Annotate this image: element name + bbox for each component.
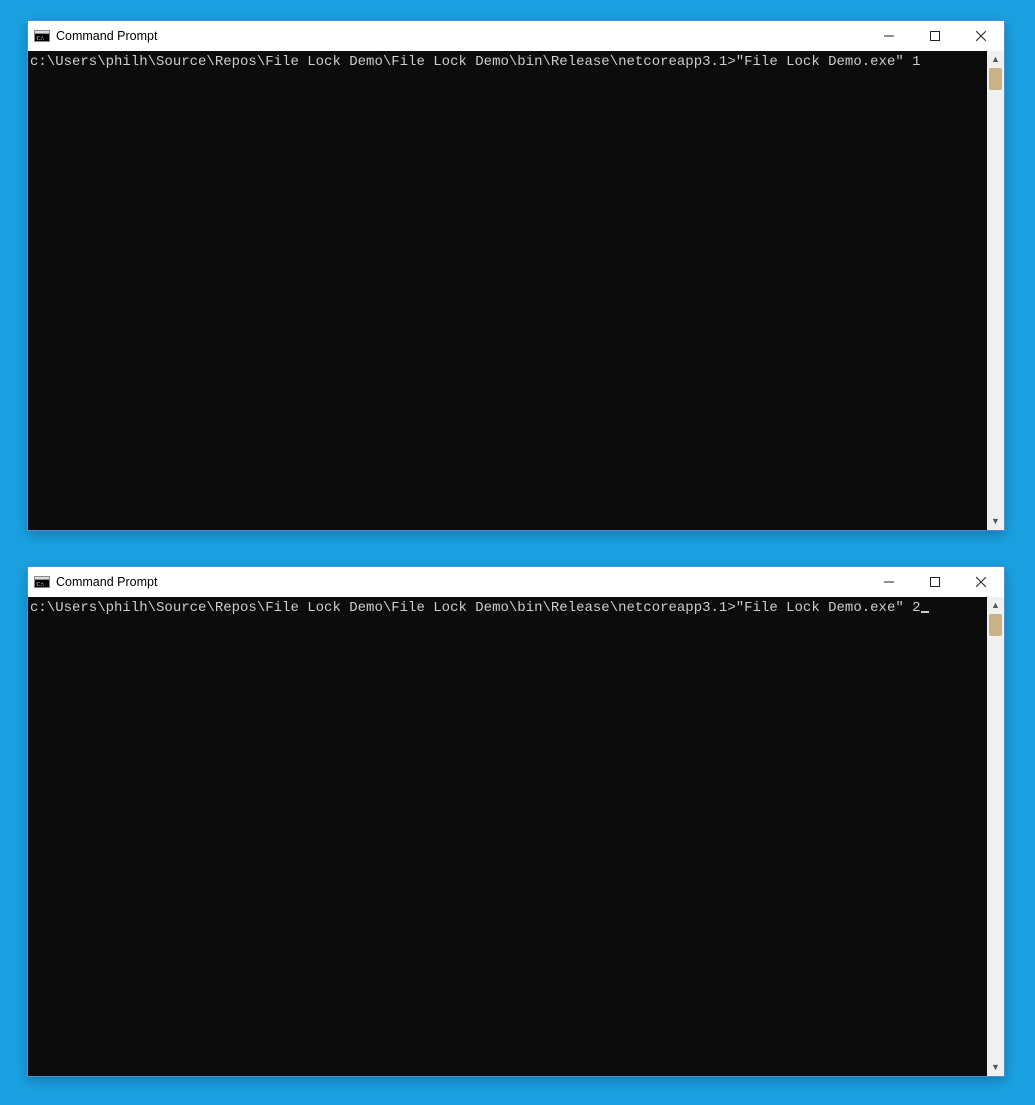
window-controls [866,567,1004,597]
scroll-down-button[interactable]: ▼ [987,513,1004,530]
scroll-down-button[interactable]: ▼ [987,1059,1004,1076]
maximize-button[interactable] [912,567,958,597]
cmd-icon: C:\ [34,574,50,590]
scroll-track[interactable] [987,614,1004,1059]
window-title: Command Prompt [56,29,866,43]
window-controls [866,21,1004,51]
maximize-button[interactable] [912,21,958,51]
close-button[interactable] [958,567,1004,597]
titlebar[interactable]: C:\ Command Prompt [28,21,1004,51]
scroll-up-button[interactable]: ▲ [987,51,1004,68]
terminal-area: c:\Users\philh\Source\Repos\File Lock De… [28,51,1004,530]
scroll-track[interactable] [987,68,1004,513]
svg-text:C:\: C:\ [37,36,45,42]
minimize-button[interactable] [866,567,912,597]
minimize-button[interactable] [866,21,912,51]
svg-text:C:\: C:\ [37,582,45,588]
scroll-thumb[interactable] [989,68,1002,90]
scroll-up-button[interactable]: ▲ [987,597,1004,614]
vertical-scrollbar[interactable]: ▲ ▼ [987,51,1004,530]
terminal-output[interactable]: c:\Users\philh\Source\Repos\File Lock De… [28,597,987,1076]
scroll-thumb[interactable] [989,614,1002,636]
command-prompt-window-1: C:\ Command Prompt c:\Users\philh\Source… [27,20,1005,531]
command-prompt-window-2: C:\ Command Prompt c:\Users\philh\Source… [27,566,1005,1077]
close-button[interactable] [958,21,1004,51]
prompt-path: c:\Users\philh\Source\Repos\File Lock De… [30,54,736,70]
titlebar[interactable]: C:\ Command Prompt [28,567,1004,597]
command-text: "File Lock Demo.exe" 2 [736,600,921,616]
text-cursor [921,611,929,614]
terminal-output[interactable]: c:\Users\philh\Source\Repos\File Lock De… [28,51,987,530]
terminal-area: c:\Users\philh\Source\Repos\File Lock De… [28,597,1004,1076]
command-text: "File Lock Demo.exe" 1 [736,54,921,70]
prompt-path: c:\Users\philh\Source\Repos\File Lock De… [30,600,736,616]
cmd-icon: C:\ [34,28,50,44]
window-title: Command Prompt [56,575,866,589]
vertical-scrollbar[interactable]: ▲ ▼ [987,597,1004,1076]
